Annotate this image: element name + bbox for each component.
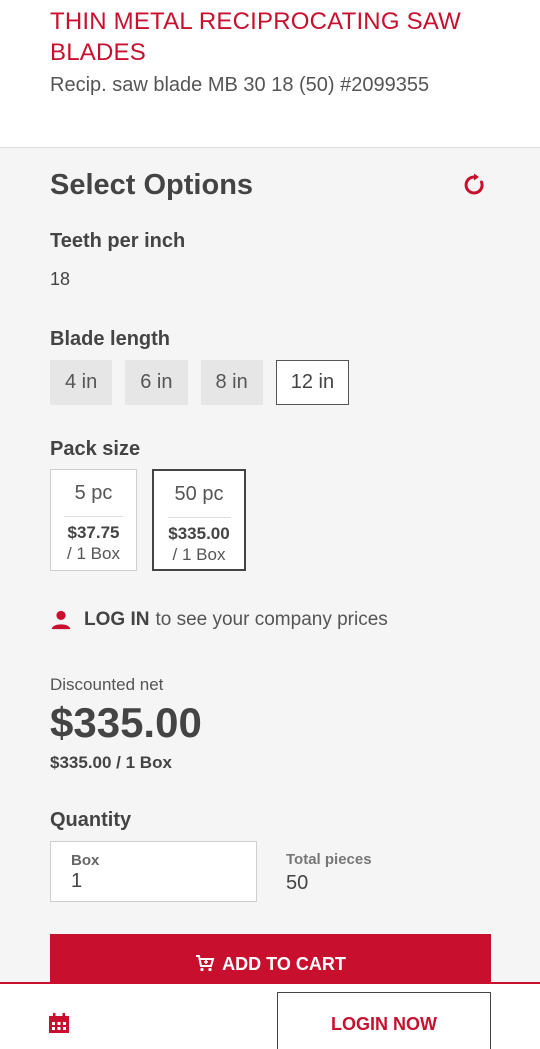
pack-size-options: 5 pc $37.75 / 1 Box 50 pc $335.00 / 1 Bo… — [50, 469, 490, 571]
product-title: THIN METAL RECIPROCATING SAW BLADES — [50, 8, 461, 66]
reset-icon[interactable] — [462, 173, 486, 197]
teeth-per-inch-group: Teeth per inch 18 — [50, 230, 490, 290]
pack-option-50pc[interactable]: 50 pc $335.00 / 1 Box — [152, 469, 246, 571]
total-pieces-label: Total pieces — [286, 851, 372, 868]
pack-divider — [63, 516, 124, 517]
quantity-label: Quantity — [50, 809, 132, 831]
blade-length-label: Blade length — [50, 328, 171, 350]
box-quantity-label: Box — [71, 852, 100, 869]
box-quantity-field[interactable]: Box — [50, 841, 257, 902]
pack-unit: / 1 Box — [172, 545, 226, 564]
teeth-per-inch-label: Teeth per inch — [50, 230, 186, 252]
blade-length-option-8in[interactable]: 8 in — [200, 360, 263, 405]
pack-size-text: 5 pc — [74, 481, 113, 504]
discounted-price: $335.00 — [50, 699, 202, 746]
calendar-icon[interactable] — [48, 1012, 70, 1034]
options-header: Select Options — [50, 168, 490, 202]
pack-unit: / 1 Box — [67, 544, 120, 563]
product-subtitle: Recip. saw blade MB 30 18 (50) #2099355 — [50, 74, 430, 96]
teeth-per-inch-value: 18 — [50, 269, 71, 289]
blade-length-option-4in[interactable]: 4 in — [50, 360, 113, 405]
quantity-row: Box Total pieces 50 — [50, 841, 490, 902]
login-link[interactable]: LOG IN — [84, 609, 149, 631]
blade-length-group: Blade length 4 in 6 in 8 in 12 in — [50, 328, 490, 405]
pack-divider — [167, 517, 231, 518]
pack-size-text: 50 pc — [174, 482, 224, 505]
cart-icon — [196, 955, 215, 972]
pack-size-label: Pack size — [50, 438, 141, 460]
user-icon — [51, 610, 71, 630]
bottom-bar: LOGIN NOW — [0, 982, 540, 1049]
discounted-net-label: Discounted net — [50, 675, 164, 694]
pack-price: $335.00 — [168, 524, 230, 543]
total-pieces-value: 50 — [286, 872, 309, 894]
add-to-cart-label: ADD TO CART — [222, 954, 346, 974]
pack-price: $37.75 — [67, 523, 120, 542]
options-panel: Select Options Teeth per inch 18 Blade l… — [0, 168, 540, 902]
total-pieces: Total pieces 50 — [286, 841, 372, 902]
login-prompt-text: to see your company prices — [155, 609, 388, 630]
login-prompt[interactable]: LOG IN to see your company prices — [50, 609, 490, 631]
box-quantity-input[interactable] — [71, 870, 221, 893]
login-now-button[interactable]: LOGIN NOW — [277, 992, 491, 1049]
select-options-heading: Select Options — [50, 168, 254, 201]
blade-length-option-6in[interactable]: 6 in — [125, 360, 188, 405]
pack-size-group: Pack size 5 pc $37.75 / 1 Box 50 pc $335… — [50, 438, 490, 571]
price-per-unit: $335.00 / 1 Box — [50, 753, 172, 772]
blade-length-option-12in[interactable]: 12 in — [275, 360, 350, 405]
product-header: THIN METAL RECIPROCATING SAW BLADES Reci… — [0, 0, 540, 148]
blade-length-options: 4 in 6 in 8 in 12 in — [50, 360, 490, 405]
pack-option-5pc[interactable]: 5 pc $37.75 / 1 Box — [50, 469, 137, 571]
